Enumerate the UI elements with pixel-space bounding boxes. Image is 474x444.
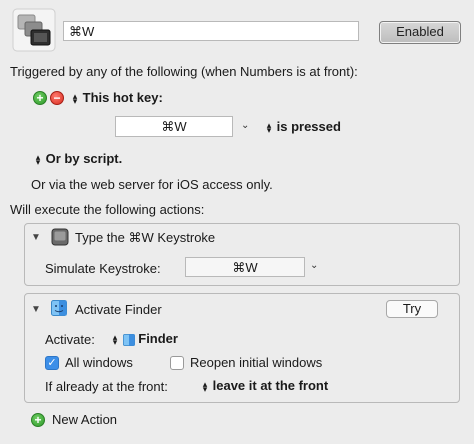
front-label: If already at the front:	[45, 379, 168, 394]
finder-action-title: Activate Finder	[75, 302, 162, 317]
macro-group-icon	[12, 8, 56, 52]
script-trigger-label: Or by script.	[45, 151, 123, 166]
app-select[interactable]: ▴ ▾ Finder	[111, 331, 178, 346]
simulate-keystroke-label: Simulate Keystroke:	[45, 261, 161, 276]
front-behavior-select[interactable]: ▴ ▾ leave it at the front	[201, 378, 328, 393]
try-button[interactable]: Try	[386, 300, 438, 318]
finder-icon	[122, 333, 135, 346]
activate-finder-action-panel[interactable]: ▼ Activate Finder Try Activate: ▴ ▾ Finde…	[24, 293, 460, 403]
macro-name-input[interactable]: ⌘W	[63, 21, 359, 41]
activate-label: Activate:	[45, 332, 95, 347]
updown-arrows-icon: ▴ ▾	[112, 331, 118, 347]
remove-trigger-button[interactable]: −	[50, 91, 64, 105]
add-trigger-button[interactable]: +	[33, 91, 47, 105]
reopen-windows-checkbox[interactable]	[170, 356, 184, 370]
simulate-keystroke-input[interactable]: ⌘W	[185, 257, 305, 277]
new-action-icon[interactable]: +	[31, 413, 45, 427]
all-windows-checkbox[interactable]: ✓	[45, 356, 59, 370]
keystroke-chevron-down-icon[interactable]: ⌄	[310, 260, 318, 271]
enabled-toggle-button[interactable]: Enabled	[379, 21, 461, 44]
keyboard-icon	[51, 228, 69, 249]
hotkey-chevron-down-icon[interactable]: ⌄	[241, 120, 249, 131]
updown-arrows-icon: ▴ ▾	[266, 119, 272, 135]
app-value: Finder	[138, 331, 178, 346]
disclosure-triangle-icon[interactable]: ▼	[31, 232, 41, 243]
all-windows-label: All windows	[65, 355, 133, 370]
updown-arrows-icon: ▴ ▾	[72, 90, 78, 106]
finder-icon	[51, 300, 67, 319]
updown-arrows-icon: ▴ ▾	[35, 151, 41, 167]
hotkey-input[interactable]: ⌘W	[115, 116, 233, 137]
keystroke-action-panel[interactable]: ▼ Type the ⌘W Keystroke Simulate Keystro…	[24, 223, 460, 286]
front-behavior-value: leave it at the front	[212, 378, 329, 393]
trigger-heading: Triggered by any of the following (when …	[10, 64, 358, 79]
keystroke-action-title: Type the ⌘W Keystroke	[75, 230, 216, 245]
web-server-text: Or via the web server for iOS access onl…	[31, 177, 273, 192]
trigger-type-select[interactable]: ▴ ▾ This hot key:	[71, 90, 163, 105]
new-action-link[interactable]: New Action	[52, 412, 117, 427]
hotkey-trigger-label: This hot key:	[82, 90, 163, 105]
key-state-select[interactable]: ▴ ▾ is pressed	[265, 119, 341, 134]
reopen-windows-label: Reopen initial windows	[190, 355, 323, 370]
updown-arrows-icon: ▴ ▾	[202, 378, 208, 394]
script-trigger-select[interactable]: ▴ ▾ Or by script.	[34, 151, 122, 166]
pressed-label: is pressed	[276, 119, 341, 134]
disclosure-triangle-icon[interactable]: ▼	[31, 304, 41, 315]
actions-heading: Will execute the following actions:	[10, 202, 205, 217]
